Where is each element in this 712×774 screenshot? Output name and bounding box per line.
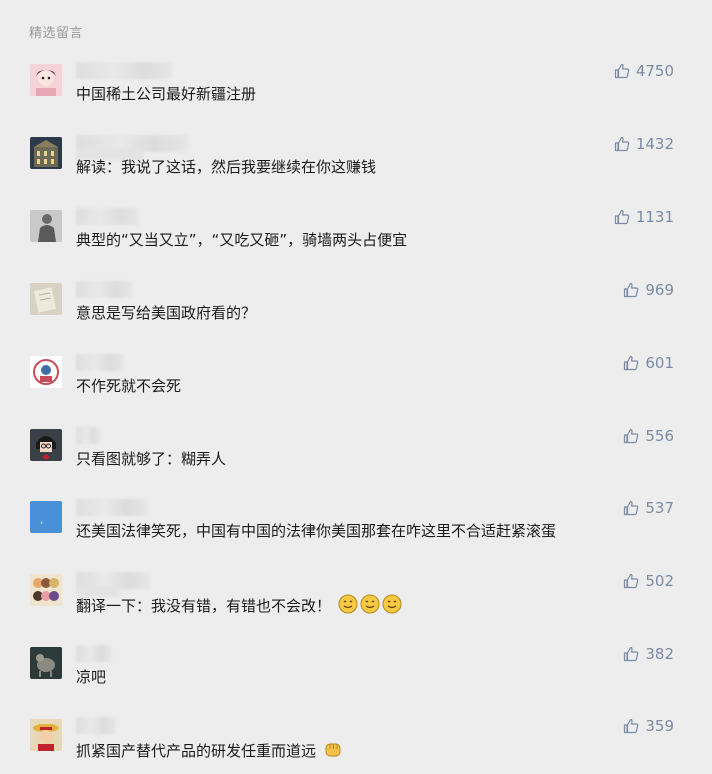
- like-count: 537: [645, 499, 674, 517]
- comment-text: 解读：我说了这话，然后我要继续在你这赚钱: [76, 158, 377, 176]
- username-blurred: [76, 281, 132, 298]
- comment-text: 抓紧国产替代产品的研发任重而道远: [76, 739, 343, 764]
- comment-item: 中国稀土公司最好新疆注册 4750: [0, 62, 712, 136]
- avatar[interactable]: [30, 356, 62, 388]
- thumbs-up-icon: [624, 646, 639, 662]
- comment-text-body: 抓紧国产替代产品的研发任重而道远: [76, 742, 317, 760]
- avatar[interactable]: [30, 210, 62, 242]
- username-blurred: [76, 645, 112, 662]
- avatar[interactable]: [30, 137, 62, 169]
- thumbs-up-icon: [624, 718, 639, 734]
- comment-item: 典型的“又当又立”，“又吃又砸”，骑墙两头占便宜 1131: [0, 208, 712, 282]
- username-blurred: [76, 62, 172, 79]
- thumbs-up-icon: [614, 209, 630, 225]
- like-button[interactable]: 359: [623, 717, 674, 735]
- avatar[interactable]: ,: [30, 501, 62, 533]
- thumbs-up-icon: [624, 500, 639, 516]
- smile-emoji: [338, 594, 358, 619]
- avatar[interactable]: [30, 574, 62, 606]
- like-count: 601: [645, 354, 674, 372]
- comment-text: 只看图就够了：糊弄人: [76, 450, 227, 468]
- like-count: 1131: [635, 208, 674, 226]
- thumbs-up-icon: [614, 136, 630, 152]
- svg-text:,: ,: [40, 515, 43, 526]
- like-count: 556: [645, 427, 674, 445]
- comment-text: 翻译一下：我没有错，有错也不会改！: [76, 594, 402, 619]
- comment-text: 不作死就不会死: [76, 377, 182, 395]
- comment-item: , 还美国法律笑死，中国有中国的法律你美国那套在咋这里不合适赶紧滚蛋 537: [0, 499, 712, 573]
- comment-item: 解读：我说了这话，然后我要继续在你这赚钱 1432: [0, 135, 712, 209]
- like-button[interactable]: 537: [623, 499, 674, 517]
- username-blurred: [76, 572, 150, 597]
- avatar[interactable]: [30, 647, 62, 679]
- like-count: 502: [645, 572, 674, 590]
- comment-item: 抓紧国产替代产品的研发任重而道远 359: [0, 717, 712, 774]
- like-count: 359: [645, 717, 674, 735]
- fist-emoji: [323, 739, 343, 764]
- like-count: 1432: [635, 135, 674, 153]
- username-blurred: [76, 208, 138, 225]
- username-blurred: [76, 354, 124, 371]
- like-button[interactable]: 502: [623, 572, 674, 590]
- username-blurred: [76, 135, 188, 160]
- like-count: 382: [645, 645, 674, 663]
- like-button[interactable]: 4750: [614, 62, 674, 80]
- comment-item: 不作死就不会死 601: [0, 354, 712, 428]
- like-button[interactable]: 1131: [614, 208, 674, 226]
- like-button[interactable]: 969: [623, 281, 674, 299]
- comment-text: 中国稀土公司最好新疆注册: [76, 85, 257, 103]
- like-button[interactable]: 1432: [614, 135, 674, 153]
- thumbs-up-icon: [614, 63, 630, 79]
- avatar[interactable]: [30, 719, 62, 751]
- selected-comments-page: 精选留言 中国稀土公司最好新疆注册 4750 解读：我说了这话，然后我要继续在你…: [0, 0, 712, 774]
- username-blurred: [76, 717, 116, 734]
- comment-text: 还美国法律笑死，中国有中国的法律你美国那套在咋这里不合适赶紧滚蛋: [76, 522, 557, 540]
- comment-text: 意思是写给美国政府看的？: [76, 304, 257, 322]
- username-blurred: [76, 499, 148, 516]
- comment-text: 典型的“又当又立”，“又吃又砸”，骑墙两头占便宜: [76, 231, 408, 249]
- avatar[interactable]: [30, 283, 62, 315]
- avatar[interactable]: [30, 429, 62, 461]
- comment-item: 翻译一下：我没有错，有错也不会改！ 502: [0, 572, 712, 646]
- like-count: 4750: [635, 62, 674, 80]
- like-button[interactable]: 382: [623, 645, 674, 663]
- thumbs-up-icon: [624, 428, 639, 444]
- comment-text-body: 翻译一下：我没有错，有错也不会改！: [76, 597, 332, 615]
- thumbs-up-icon: [624, 573, 639, 589]
- comment-item: 只看图就够了：糊弄人 556: [0, 427, 712, 501]
- comment-item: 凉吧 382: [0, 645, 712, 719]
- thumbs-up-icon: [624, 282, 639, 298]
- section-title: 精选留言: [29, 26, 84, 41]
- like-button[interactable]: 601: [623, 354, 674, 372]
- smile-emoji: [382, 594, 402, 619]
- username-blurred: [76, 427, 100, 444]
- smile-emoji: [360, 594, 380, 619]
- avatar[interactable]: [30, 64, 62, 96]
- thumbs-up-icon: [624, 355, 639, 371]
- like-count: 969: [645, 281, 674, 299]
- like-button[interactable]: 556: [623, 427, 674, 445]
- comment-text: 凉吧: [76, 668, 107, 686]
- comment-item: 意思是写给美国政府看的？ 969: [0, 281, 712, 355]
